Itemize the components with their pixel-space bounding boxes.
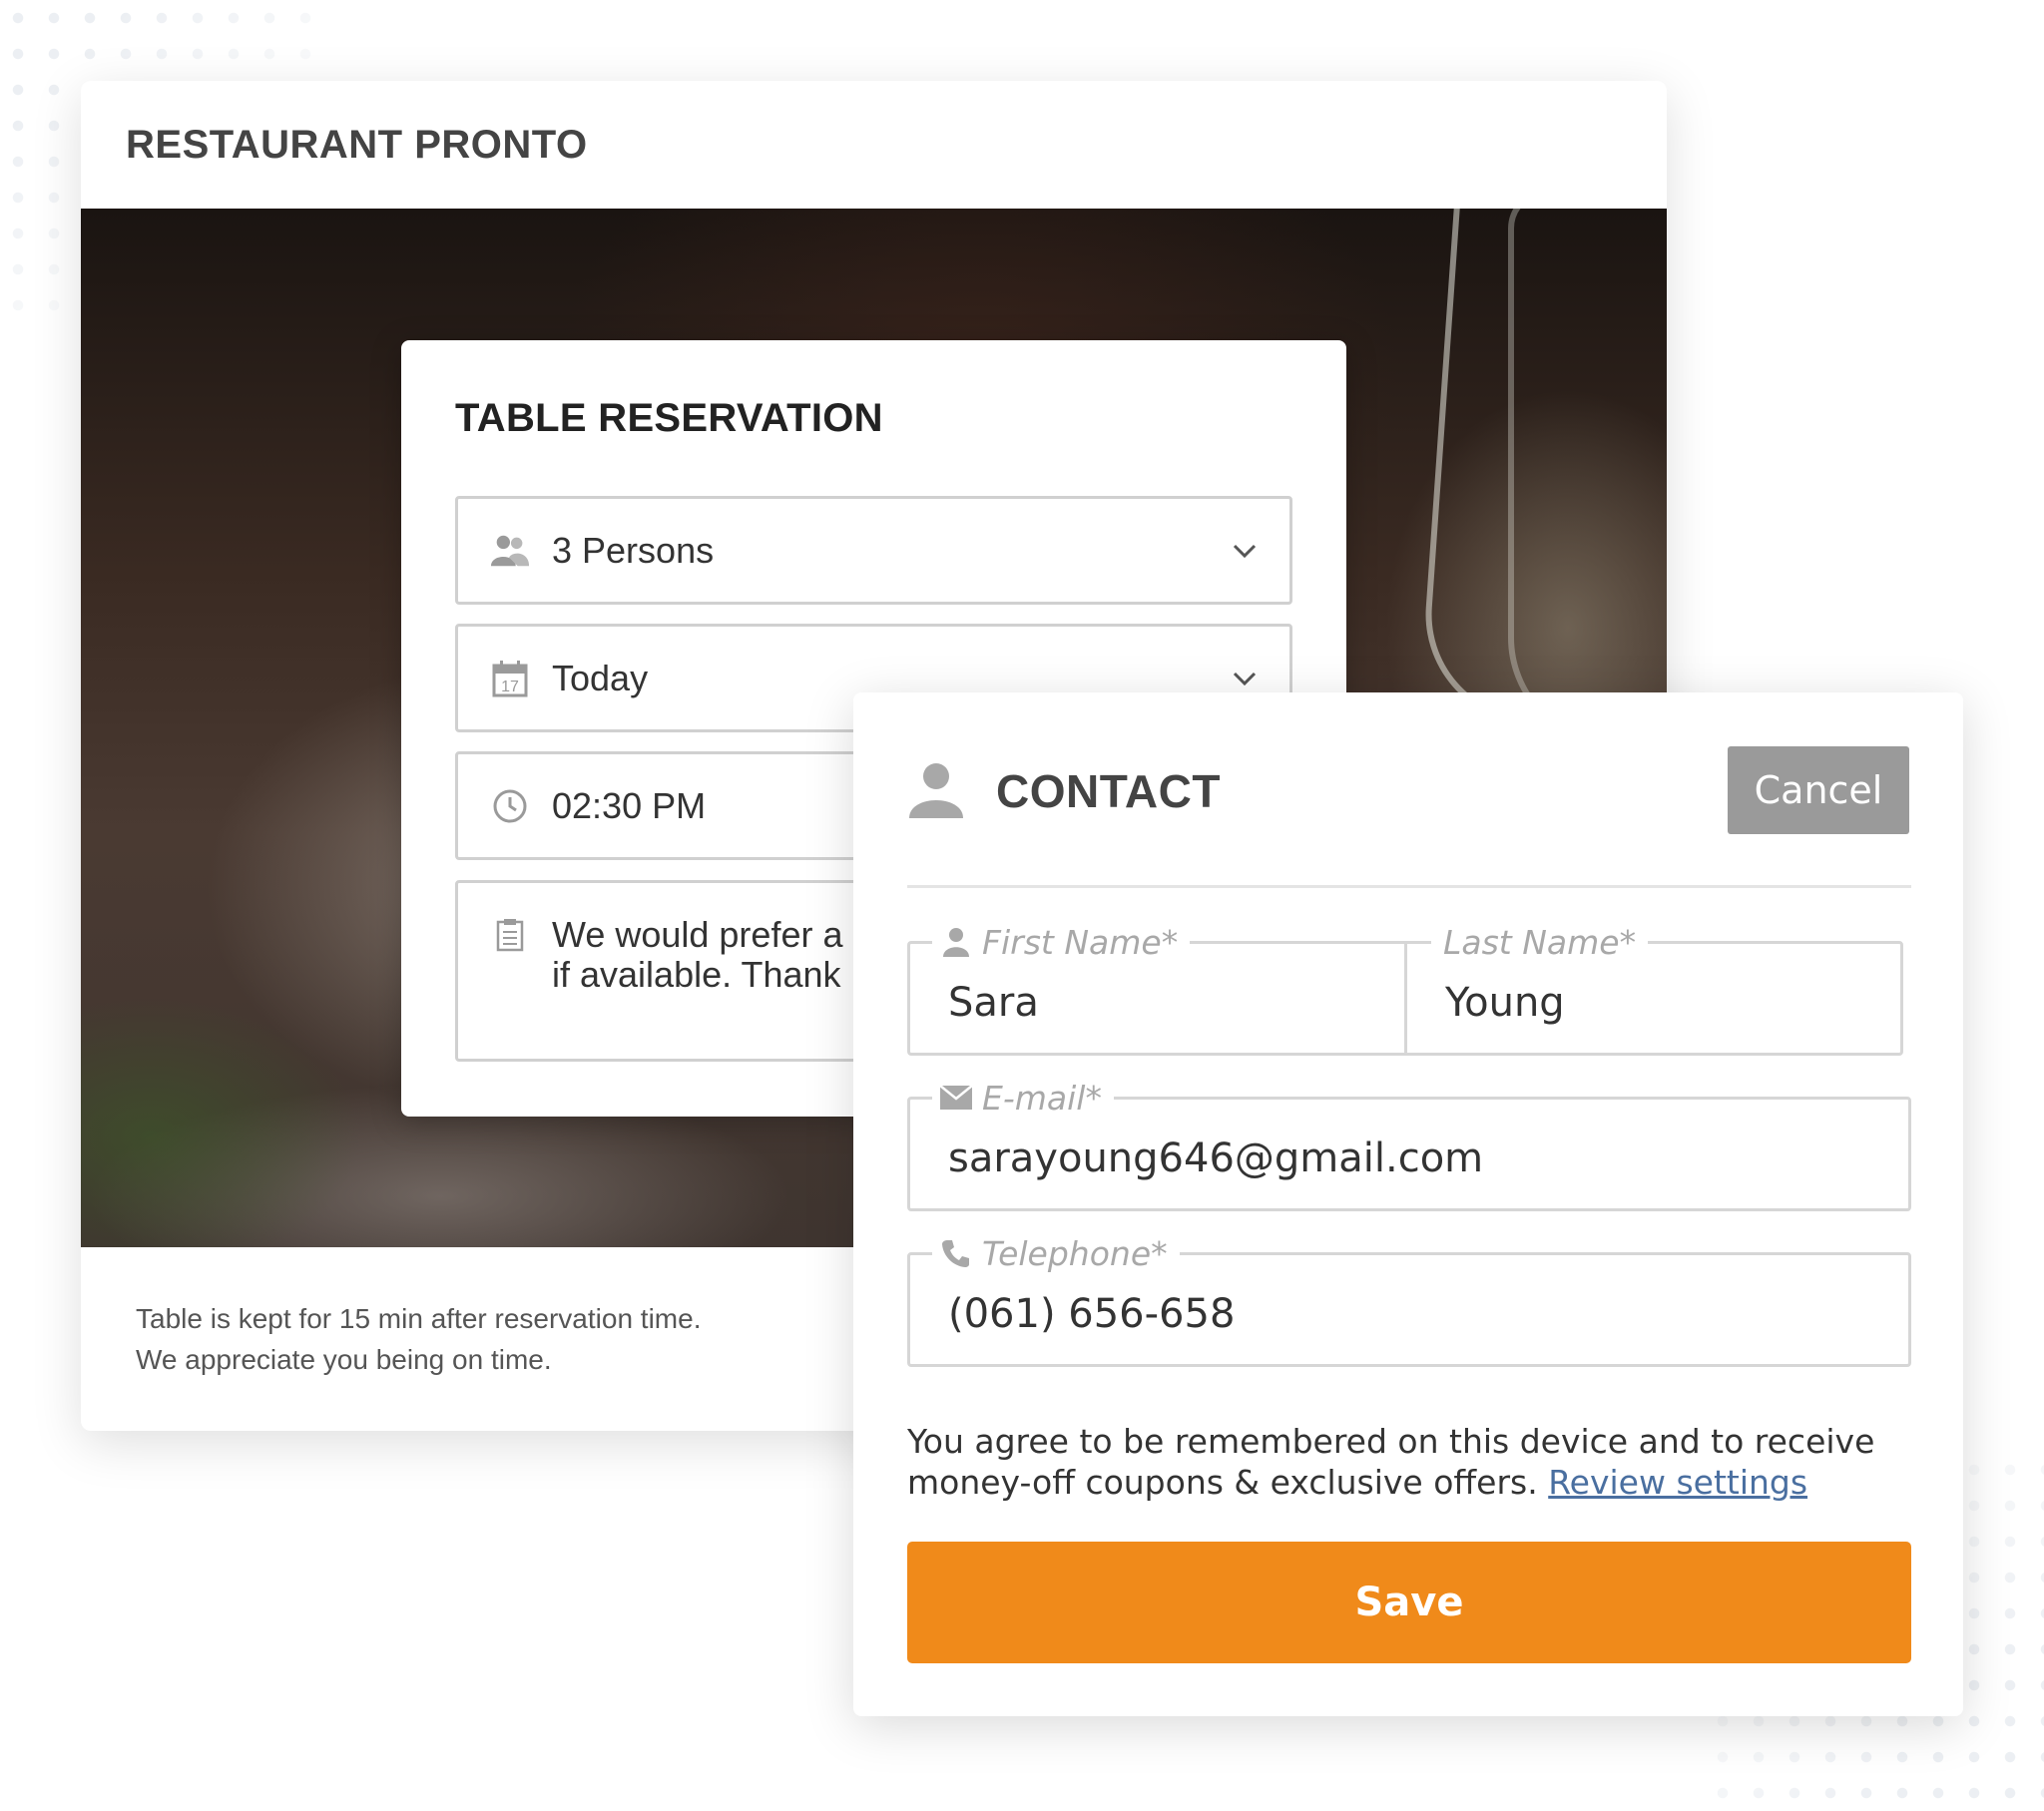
contact-title: CONTACT [996,765,1221,817]
telephone-label-text: Telephone* [982,1233,1168,1273]
contact-card: CONTACT Cancel First Name* Sara Last Nam… [853,692,1963,1716]
last-name-label: Last Name* [1431,920,1649,964]
clock-icon [490,786,530,826]
time-value: 02:30 PM [552,784,707,826]
first-name-label-text: First Name* [982,922,1179,962]
email-value: sarayoung646@gmail.com [948,1135,1484,1181]
telephone-field[interactable]: Telephone* (061) 656-658 [907,1231,1911,1367]
first-name-value: Sara [948,980,1039,1026]
reservation-notice-line: Table is kept for 15 min after reservati… [136,1303,702,1334]
user-icon [909,763,963,818]
phone-icon [940,1237,972,1269]
first-name-field[interactable]: First Name* Sara [907,920,1406,1056]
restaurant-header: RESTAURANT PRONTO [81,81,1667,209]
first-name-label: First Name* [932,920,1191,964]
date-value: Today [552,657,649,698]
chevron-down-icon [1233,544,1257,558]
consent-text: You agree to be remembered on this devic… [907,1421,1915,1503]
reservation-title: TABLE RESERVATION [455,396,883,440]
chevron-down-icon [1233,672,1257,685]
last-name-field[interactable]: Last Name* Young [1404,920,1903,1056]
user-icon [940,926,972,958]
email-label-text: E-mail* [982,1078,1102,1118]
reservation-notice: Table is kept for 15 min after reservati… [136,1298,701,1380]
save-button[interactable]: Save [907,1542,1911,1663]
telephone-value: (061) 656-658 [948,1291,1236,1337]
divider [907,885,1911,888]
restaurant-title: RESTAURANT PRONTO [126,122,588,167]
last-name-value: Young [1445,980,1565,1026]
persons-select[interactable]: 3 Persons [455,496,1292,605]
telephone-label: Telephone* [932,1231,1180,1275]
note-icon [490,915,530,955]
calendar-icon: 17 [490,659,530,698]
envelope-icon [940,1082,972,1114]
wine-glass-image [1508,209,1667,747]
persons-value: 3 Persons [552,529,715,571]
email-label: E-mail* [932,1076,1114,1120]
email-field[interactable]: E-mail* sarayoung646@gmail.com [907,1076,1911,1211]
svg-text:17: 17 [501,679,519,695]
last-name-label-text: Last Name* [1443,922,1637,962]
reservation-notice-line: We appreciate you being on time. [136,1344,552,1375]
people-icon [490,531,530,571]
cancel-button[interactable]: Cancel [1728,746,1909,834]
review-settings-link[interactable]: Review settings [1548,1463,1807,1502]
